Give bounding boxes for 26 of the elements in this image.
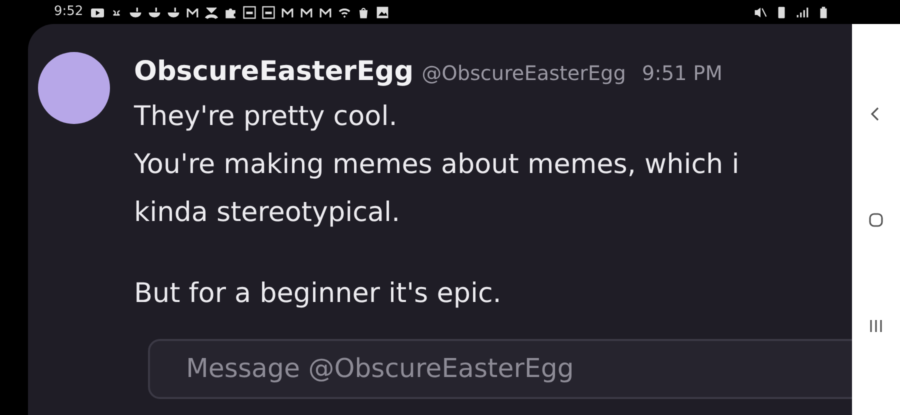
bowl-icon bbox=[167, 6, 180, 18]
mail-icon bbox=[186, 6, 200, 18]
mail-icon bbox=[300, 6, 314, 18]
message-text: They're pretty cool. bbox=[134, 100, 398, 134]
bag-icon bbox=[357, 6, 370, 18]
mail-icon bbox=[319, 6, 332, 18]
user-handle: @ObscureEasterEgg bbox=[422, 60, 626, 87]
recents-icon bbox=[868, 318, 884, 334]
message-text: But for a beginner it's epic. bbox=[134, 276, 502, 310]
mute-icon bbox=[754, 6, 767, 18]
timestamp: 9:51 PM bbox=[642, 60, 722, 87]
bowl-icon bbox=[148, 6, 162, 18]
clock-time: 9:52 bbox=[54, 3, 84, 22]
message-text: kinda stereotypical. bbox=[134, 196, 402, 230]
home-icon bbox=[868, 212, 884, 228]
play-icon bbox=[91, 6, 104, 18]
missed-call-icon bbox=[205, 6, 218, 18]
mail-icon bbox=[281, 6, 294, 18]
message-text: You're making memes about memes, which i bbox=[134, 148, 740, 182]
image-icon bbox=[376, 6, 390, 18]
bowl-icon bbox=[129, 6, 142, 18]
signal-icon bbox=[796, 6, 809, 18]
puzzle-icon bbox=[224, 6, 238, 18]
message-input[interactable]: Message @ObscureEasterEgg bbox=[148, 339, 852, 399]
username: ObscureEasterEgg bbox=[134, 55, 414, 89]
wifi-icon bbox=[338, 6, 352, 18]
